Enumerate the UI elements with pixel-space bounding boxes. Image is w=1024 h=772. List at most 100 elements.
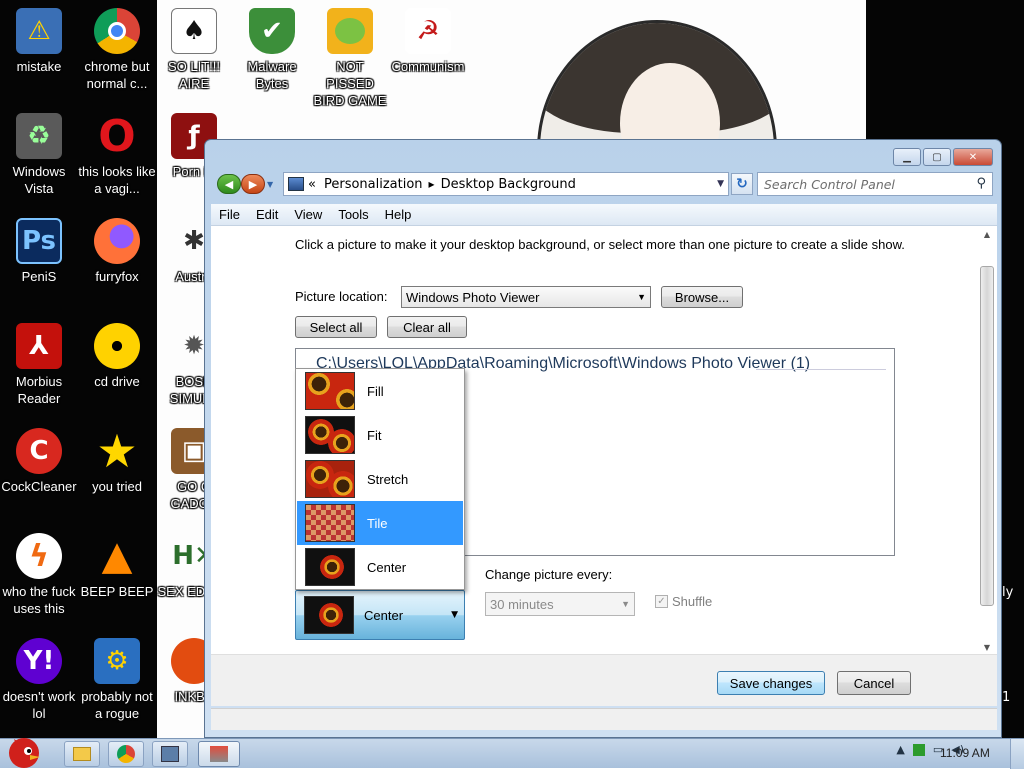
firefox-icon bbox=[94, 218, 140, 264]
search-input[interactable]: Search Control Panel ⚲ bbox=[757, 172, 993, 196]
desktop-icon[interactable]: NOT PISSED BIRD GAME bbox=[311, 8, 389, 109]
taskbar: ▲ ▭ ◀) 11:09 AM bbox=[0, 738, 1024, 769]
desktop-icon[interactable]: furryfox bbox=[78, 218, 156, 285]
minimize-icon: ▁ bbox=[903, 151, 911, 163]
taskbar-control-panel-button[interactable] bbox=[198, 741, 240, 767]
desktop-icon[interactable]: ★ you tried bbox=[78, 428, 156, 495]
angry-bird-start-icon bbox=[9, 738, 40, 768]
address-dropdown-icon[interactable]: ▼ bbox=[717, 179, 724, 189]
desktop-icon[interactable]: ✔ Malware Bytes bbox=[233, 8, 311, 92]
refresh-button[interactable]: ↻ bbox=[731, 173, 753, 195]
desktop-icon[interactable]: O this looks like a vagi... bbox=[78, 113, 156, 197]
center-option-thumbnail bbox=[305, 548, 355, 586]
back-arrow-icon: ◀ bbox=[224, 177, 234, 191]
desktop-icon[interactable]: ⚠ mistake bbox=[0, 8, 78, 75]
picture-position-value: Center bbox=[364, 607, 404, 623]
dialog-footer: Save changes Cancel bbox=[211, 654, 997, 706]
desktop-icon[interactable]: ϟ who the fuck uses this bbox=[0, 533, 78, 617]
desktop-icon[interactable]: C CockCleaner bbox=[0, 428, 78, 495]
right-edge-text: 1 bbox=[1002, 690, 1011, 705]
tile-thumbnail bbox=[305, 504, 355, 542]
position-option-center[interactable]: Center bbox=[297, 545, 463, 589]
desktop-icon[interactable]: cd drive bbox=[78, 323, 156, 390]
show-hidden-icons-icon[interactable]: ▲ bbox=[896, 743, 904, 756]
clock[interactable]: 11:09 AM bbox=[940, 746, 990, 760]
desktop-icon[interactable]: ⚙ probably not a rogue bbox=[78, 638, 156, 722]
desktop-icon[interactable]: chrome but normal c... bbox=[78, 8, 156, 92]
photoshop-icon: Ps bbox=[16, 218, 62, 264]
minimize-button[interactable]: ▁ bbox=[893, 148, 921, 166]
picture-position-dropdown-list: Fill Fit Stretch Tile Center bbox=[295, 368, 465, 590]
shield-check-icon: ✔ bbox=[249, 8, 295, 54]
desktop-icon[interactable]: ♻ Windows Vista bbox=[0, 113, 78, 197]
status-bar bbox=[211, 708, 997, 730]
desktop-icon[interactable]: ▲ BEEP BEEP bbox=[78, 533, 156, 600]
scrollbar-thumb[interactable] bbox=[980, 266, 994, 606]
desktop-icon[interactable]: ♠ SO LIT!!! AIRE bbox=[155, 8, 233, 92]
forward-button[interactable]: ▶ bbox=[241, 174, 265, 194]
breadcrumb-separator-icon[interactable]: ▸ bbox=[429, 177, 435, 191]
menu-file[interactable]: File bbox=[211, 207, 248, 222]
shuffle-label: Shuffle bbox=[672, 594, 713, 609]
menu-edit[interactable]: Edit bbox=[248, 207, 286, 222]
address-bar[interactable]: « Personalization ▸ Desktop Background ▼ bbox=[283, 172, 729, 196]
interval-select[interactable]: 30 minutes ▼ bbox=[485, 592, 635, 616]
chevron-down-icon: ▼ bbox=[451, 610, 458, 620]
flag-icon: ☭ bbox=[405, 8, 451, 54]
folder-icon bbox=[73, 747, 91, 761]
close-button[interactable]: ✕ bbox=[953, 148, 993, 166]
vertical-scrollbar[interactable]: ▲ ▼ bbox=[980, 230, 994, 652]
recycle-bin-icon: ♻ bbox=[16, 113, 62, 159]
scroll-down-icon[interactable]: ▼ bbox=[980, 643, 994, 652]
taskbar-media-button[interactable] bbox=[152, 741, 188, 767]
picture-location-select[interactable]: Windows Photo Viewer ▼ bbox=[401, 286, 651, 308]
menu-help[interactable]: Help bbox=[377, 207, 420, 222]
shuffle-checkbox[interactable]: ✓ Shuffle bbox=[655, 594, 712, 609]
chevron-down-icon: ▼ bbox=[267, 180, 274, 189]
desktop-icon[interactable]: ⅄ Morbius Reader bbox=[0, 323, 78, 407]
control-panel-icon bbox=[288, 177, 304, 191]
menu-tools[interactable]: Tools bbox=[330, 207, 376, 222]
position-option-fit[interactable]: Fit bbox=[297, 413, 463, 457]
search-icon[interactable]: ⚲ bbox=[976, 176, 986, 191]
breadcrumb-desktop-background[interactable]: Desktop Background bbox=[441, 177, 576, 192]
menu-view[interactable]: View bbox=[286, 207, 330, 222]
checkbox-checked-icon: ✓ bbox=[655, 595, 668, 608]
cancel-button[interactable]: Cancel bbox=[837, 671, 911, 695]
picture-position-select[interactable]: Center ▼ bbox=[295, 590, 465, 640]
fill-thumbnail bbox=[305, 372, 355, 410]
desktop-icon[interactable]: ☭ Communism bbox=[389, 8, 467, 75]
taskbar-chrome-button[interactable] bbox=[108, 741, 144, 767]
battery-icon[interactable] bbox=[912, 743, 925, 756]
position-option-tile[interactable]: Tile bbox=[297, 501, 463, 545]
taskbar-explorer-button[interactable] bbox=[64, 741, 100, 767]
chrome-icon bbox=[94, 8, 140, 54]
breadcrumb-personalization[interactable]: Personalization bbox=[324, 177, 423, 192]
start-button[interactable] bbox=[2, 733, 46, 769]
browse-button[interactable]: Browse... bbox=[661, 286, 743, 308]
chrome-icon bbox=[117, 745, 135, 763]
breadcrumb-overflow[interactable]: « bbox=[308, 177, 316, 192]
desktop-icon[interactable]: Y! doesn't work lol bbox=[0, 638, 78, 722]
show-desktop-button[interactable] bbox=[1010, 739, 1024, 769]
position-option-fill[interactable]: Fill bbox=[297, 369, 463, 413]
maximize-button[interactable]: ▢ bbox=[923, 148, 951, 166]
acrobat-icon: ⅄ bbox=[16, 323, 62, 369]
fit-thumbnail bbox=[305, 416, 355, 454]
monitor-warning-icon: ⚠ bbox=[16, 8, 62, 54]
recent-pages-dropdown[interactable]: ▼ bbox=[267, 180, 275, 189]
scroll-up-icon[interactable]: ▲ bbox=[980, 230, 994, 239]
clear-all-button[interactable]: Clear all bbox=[387, 316, 467, 338]
back-button[interactable]: ◀ bbox=[217, 174, 241, 194]
position-option-stretch[interactable]: Stretch bbox=[297, 457, 463, 501]
select-all-button[interactable]: Select all bbox=[295, 316, 377, 338]
stretch-thumbnail bbox=[305, 460, 355, 498]
forward-arrow-icon: ▶ bbox=[248, 177, 258, 191]
save-changes-button[interactable]: Save changes bbox=[717, 671, 825, 695]
desktop-icon[interactable]: Ps PeniS bbox=[0, 218, 78, 285]
navigation-bar: ◀ ▶ ▼ « Personalization ▸ Desktop Backgr… bbox=[215, 172, 993, 196]
instruction-text: Click a picture to make it your desktop … bbox=[295, 237, 905, 252]
search-placeholder: Search Control Panel bbox=[764, 176, 895, 192]
avast-icon: ϟ bbox=[16, 533, 62, 579]
picture-location-label: Picture location: bbox=[295, 289, 388, 304]
